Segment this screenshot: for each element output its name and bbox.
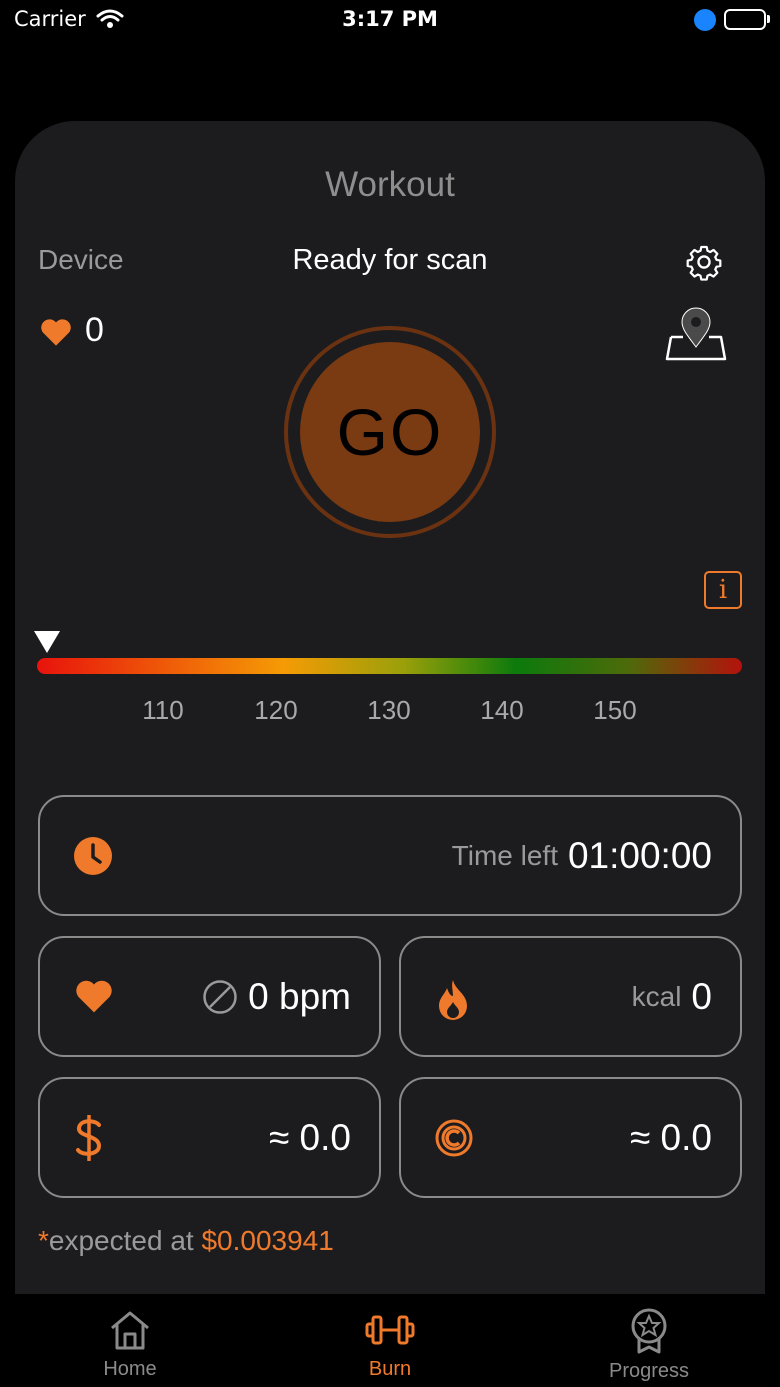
time-left-content: Time left 01:00:00 (452, 797, 712, 914)
battery-tip (767, 15, 770, 23)
usd-earnings-content: ≈ 0.0 (269, 1079, 351, 1196)
heart-icon (41, 319, 71, 346)
tab-bar: Home Burn Progress (0, 1294, 780, 1387)
fire-icon (439, 980, 467, 1020)
dumbbell-icon (365, 1315, 415, 1345)
expected-price-note: *expected at $0.003941 (38, 1225, 334, 1257)
info-button[interactable]: i (704, 571, 742, 609)
tab-progress-label: Progress (608, 1360, 690, 1382)
footnote-asterisk: * (38, 1225, 49, 1256)
coin-earnings-content: ≈ 0.0 (630, 1079, 712, 1196)
coin-earnings-value: ≈ 0.0 (629, 1116, 712, 1158)
battery-icon (724, 9, 766, 30)
tab-progress[interactable]: Progress (569, 1308, 729, 1383)
usd-earnings-box: ≈ 0.0 (38, 1077, 381, 1198)
zone-tick: 150 (593, 695, 637, 725)
footnote-price: $0.003941 (201, 1225, 334, 1256)
zone-tick: 110 (142, 695, 184, 725)
clock-icon (74, 837, 112, 875)
time-left-label: Time left (451, 839, 558, 871)
home-icon (111, 1311, 149, 1350)
zone-pointer (34, 631, 60, 653)
location-arrow-icon (694, 9, 716, 31)
calories-label: kcal (631, 980, 682, 1012)
usd-earnings-value: ≈ 0.0 (268, 1116, 351, 1158)
time-left-value: 01:00:00 (567, 834, 712, 876)
gear-icon[interactable] (685, 243, 723, 281)
workout-card: Workout Device Ready for scan 0 GO i 110… (15, 121, 765, 1301)
time-left-box: Time left 01:00:00 (38, 795, 742, 916)
dollar-icon (76, 1115, 102, 1161)
heart-rate-zone-bar (37, 658, 742, 674)
status-bar: Carrier 3:17 PM (0, 0, 780, 44)
calories-value: 0 (691, 975, 712, 1017)
avg-heart-rate-box: 0 bpm (38, 936, 381, 1057)
avg-heart-rate-content: 0 bpm (202, 938, 351, 1055)
coin-icon (435, 1119, 473, 1157)
tab-home-label: Home (103, 1358, 157, 1380)
tab-burn[interactable]: Burn (310, 1308, 470, 1381)
page-title: Workout (325, 165, 455, 204)
heart-icon (76, 980, 112, 1013)
footnote-text: expected at (48, 1225, 202, 1256)
zone-tick: 140 (480, 695, 524, 725)
award-icon (631, 1308, 667, 1354)
calories-content: kcal 0 (632, 938, 712, 1055)
average-icon (203, 979, 237, 1014)
coin-earnings-box: ≈ 0.0 (399, 1077, 742, 1198)
avg-heart-rate-value: 0 bpm (248, 975, 351, 1017)
zone-tick: 120 (254, 695, 298, 725)
zone-tick: 130 (367, 695, 411, 725)
calories-box: kcal 0 (399, 936, 742, 1057)
go-button-ring: GO (284, 326, 496, 538)
go-button[interactable]: GO (300, 342, 480, 522)
live-heart-rate: 0 (85, 311, 104, 349)
tab-home[interactable]: Home (50, 1308, 210, 1381)
tab-burn-label: Burn (368, 1358, 412, 1380)
status-time: 3:17 PM (342, 7, 438, 31)
scan-status: Ready for scan (292, 244, 488, 276)
map-pin-icon[interactable] (665, 307, 727, 365)
